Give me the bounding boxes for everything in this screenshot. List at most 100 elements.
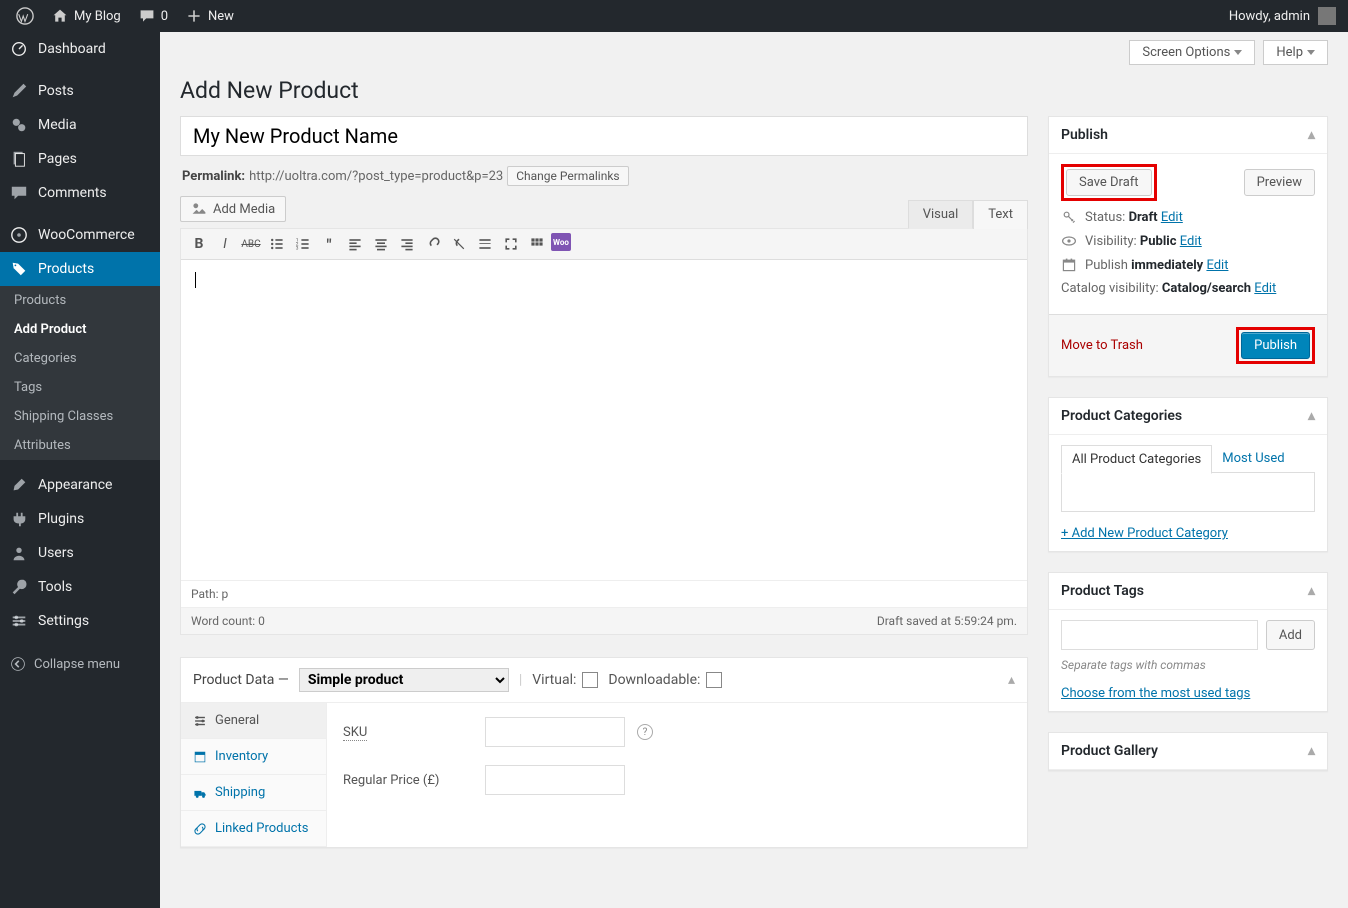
editor-tab-visual[interactable]: Visual bbox=[908, 200, 974, 229]
add-tag-button[interactable]: Add bbox=[1266, 620, 1315, 650]
gallery-box: Product Gallery▴ bbox=[1048, 732, 1328, 771]
editor-tab-text[interactable]: Text bbox=[973, 200, 1028, 229]
edit-status-link[interactable]: Edit bbox=[1161, 210, 1183, 225]
choose-tags-link[interactable]: Choose from the most used tags bbox=[1061, 686, 1250, 701]
new-label: New bbox=[208, 9, 234, 24]
submenu-tags[interactable]: Tags bbox=[0, 373, 160, 402]
blockquote-button[interactable]: " bbox=[317, 233, 341, 255]
collapse-toggle-icon[interactable]: ▴ bbox=[1308, 127, 1315, 143]
categories-list[interactable] bbox=[1061, 472, 1315, 512]
cursor-icon bbox=[195, 272, 196, 288]
toolbar-toggle-button[interactable] bbox=[525, 233, 549, 255]
menu-tools[interactable]: Tools bbox=[0, 570, 160, 604]
add-new-category-link[interactable]: + Add New Product Category bbox=[1061, 526, 1228, 541]
menu-woocommerce[interactable]: WooCommerce bbox=[0, 218, 160, 252]
permalink-row: Permalink: http://uoltra.com/?post_type=… bbox=[180, 156, 1028, 196]
align-center-button[interactable] bbox=[369, 233, 393, 255]
menu-comments[interactable]: Comments bbox=[0, 176, 160, 210]
site-name-link[interactable]: My Blog bbox=[44, 0, 129, 32]
pd-tab-shipping[interactable]: Shipping bbox=[181, 775, 326, 811]
align-left-button[interactable] bbox=[343, 233, 367, 255]
menu-appearance[interactable]: Appearance bbox=[0, 468, 160, 502]
fullscreen-button[interactable] bbox=[499, 233, 523, 255]
my-account[interactable]: Howdy, admin bbox=[1229, 7, 1340, 25]
avatar-icon bbox=[1318, 7, 1336, 25]
product-title-input[interactable] bbox=[180, 116, 1028, 156]
catalog-row: Catalog visibility: Catalog/search Edit bbox=[1061, 281, 1315, 296]
menu-pages[interactable]: Pages bbox=[0, 142, 160, 176]
more-button[interactable] bbox=[473, 233, 497, 255]
pd-tab-inventory[interactable]: Inventory bbox=[181, 739, 326, 775]
pd-tab-linked[interactable]: Linked Products bbox=[181, 811, 326, 847]
collapse-menu[interactable]: Collapse menu bbox=[0, 646, 160, 682]
change-permalinks-button[interactable]: Change Permalinks bbox=[507, 166, 628, 186]
collapse-toggle-icon[interactable]: ▴ bbox=[1008, 672, 1015, 688]
link-button[interactable] bbox=[421, 233, 445, 255]
draft-saved-text: Draft saved at 5:59:24 pm. bbox=[877, 614, 1017, 628]
edit-publish-date-link[interactable]: Edit bbox=[1206, 258, 1228, 273]
strike-button[interactable]: ABC bbox=[239, 233, 263, 255]
submenu-shipping-classes[interactable]: Shipping Classes bbox=[0, 402, 160, 431]
unlink-button[interactable] bbox=[447, 233, 471, 255]
comments-link[interactable]: 0 bbox=[131, 0, 176, 32]
help-button[interactable]: Help bbox=[1263, 40, 1328, 65]
tag-input[interactable] bbox=[1061, 620, 1258, 650]
submenu-attributes[interactable]: Attributes bbox=[0, 431, 160, 460]
collapse-label: Collapse menu bbox=[34, 657, 120, 672]
bold-button[interactable]: B bbox=[187, 233, 211, 255]
product-type-select[interactable]: Simple product bbox=[299, 668, 509, 692]
menu-settings[interactable]: Settings bbox=[0, 604, 160, 638]
menu-tools-label: Tools bbox=[38, 579, 72, 595]
collapse-toggle-icon[interactable]: ▴ bbox=[1308, 743, 1315, 759]
editor-textarea[interactable] bbox=[181, 260, 1027, 580]
page-title: Add New Product bbox=[180, 73, 1328, 116]
menu-dashboard[interactable]: Dashboard bbox=[0, 32, 160, 66]
categories-tab-all[interactable]: All Product Categories bbox=[1061, 445, 1212, 474]
edit-catalog-link[interactable]: Edit bbox=[1254, 281, 1276, 296]
wp-logo[interactable] bbox=[8, 0, 42, 32]
eye-icon bbox=[1061, 233, 1077, 249]
help-icon[interactable]: ? bbox=[637, 724, 653, 740]
menu-plugins[interactable]: Plugins bbox=[0, 502, 160, 536]
menu-pages-label: Pages bbox=[38, 151, 77, 167]
downloadable-checkbox[interactable] bbox=[706, 672, 722, 688]
collapse-toggle-icon[interactable]: ▴ bbox=[1308, 583, 1315, 599]
save-draft-button[interactable]: Save Draft bbox=[1066, 169, 1152, 196]
menu-users[interactable]: Users bbox=[0, 536, 160, 570]
collapse-toggle-icon[interactable]: ▴ bbox=[1308, 408, 1315, 424]
submenu-add-product[interactable]: Add Product bbox=[0, 315, 160, 344]
publish-date-row: Publish immediately Edit bbox=[1061, 257, 1315, 273]
menu-posts[interactable]: Posts bbox=[0, 74, 160, 108]
highlight-frame: Publish bbox=[1236, 327, 1315, 364]
menu-products-label: Products bbox=[38, 261, 94, 277]
menu-products[interactable]: Products bbox=[0, 252, 160, 286]
categories-title: Product Categories bbox=[1061, 408, 1182, 424]
pd-tab-general[interactable]: General bbox=[181, 703, 326, 739]
bullet-list-button[interactable] bbox=[265, 233, 289, 255]
product-data-box: Product Data — Simple product | Virtual:… bbox=[180, 657, 1028, 848]
screen-options-button[interactable]: Screen Options bbox=[1129, 40, 1255, 65]
publish-button[interactable]: Publish bbox=[1241, 332, 1310, 359]
status-row: Status: Draft Edit bbox=[1061, 209, 1315, 225]
move-to-trash-link[interactable]: Move to Trash bbox=[1061, 338, 1143, 353]
virtual-checkbox[interactable] bbox=[582, 672, 598, 688]
edit-visibility-link[interactable]: Edit bbox=[1180, 234, 1202, 249]
add-media-button[interactable]: Add Media bbox=[180, 196, 286, 222]
regular-price-input[interactable] bbox=[485, 765, 625, 795]
submenu-products[interactable]: Products bbox=[0, 286, 160, 315]
menu-plugins-label: Plugins bbox=[38, 511, 84, 527]
new-link[interactable]: New bbox=[178, 0, 242, 32]
permalink-url: http://uoltra.com/?post_type=product&p=2… bbox=[249, 169, 503, 184]
categories-tab-most-used[interactable]: Most Used bbox=[1212, 445, 1294, 473]
sku-input[interactable] bbox=[485, 717, 625, 747]
italic-button[interactable]: I bbox=[213, 233, 237, 255]
preview-button[interactable]: Preview bbox=[1244, 169, 1315, 196]
key-icon bbox=[1061, 209, 1077, 225]
number-list-button[interactable]: 123 bbox=[291, 233, 315, 255]
woo-shortcode-button[interactable]: Woo bbox=[551, 233, 571, 251]
submenu-categories[interactable]: Categories bbox=[0, 344, 160, 373]
align-right-button[interactable] bbox=[395, 233, 419, 255]
menu-dashboard-label: Dashboard bbox=[38, 41, 106, 57]
add-media-label: Add Media bbox=[213, 202, 275, 217]
menu-media[interactable]: Media bbox=[0, 108, 160, 142]
